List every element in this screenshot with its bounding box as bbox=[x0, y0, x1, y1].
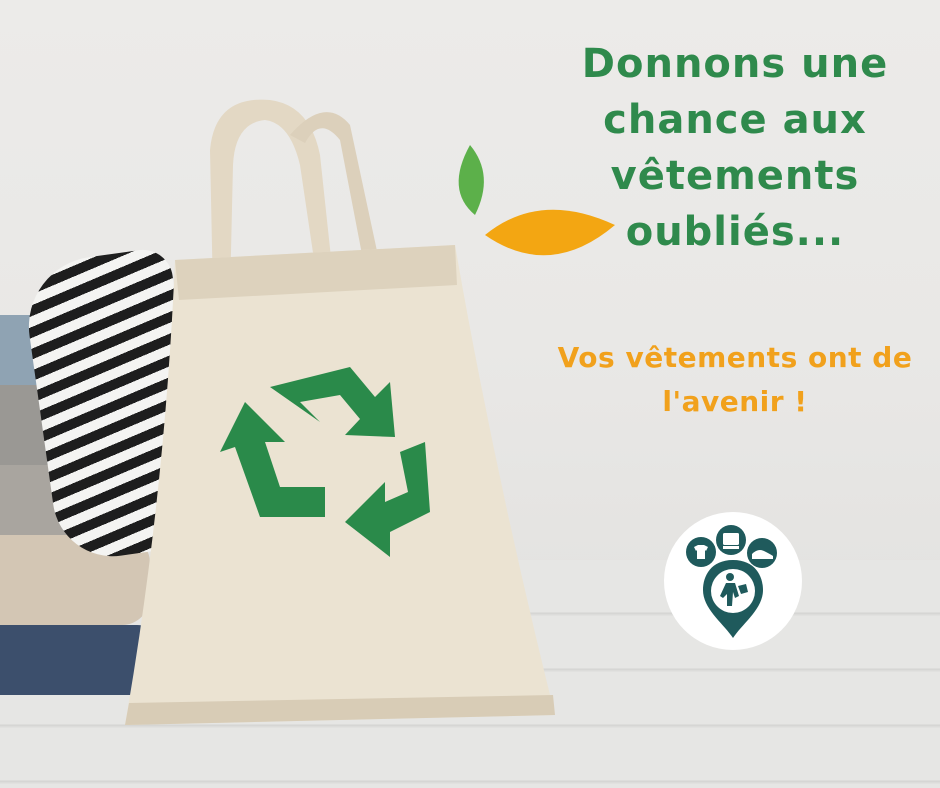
green-leaf-icon bbox=[458, 145, 484, 215]
subline: Vos vêtements ont de l'avenir ! bbox=[557, 341, 913, 418]
logo bbox=[664, 512, 802, 650]
headline: Donnons une chance aux vêtements oubliés… bbox=[581, 41, 889, 255]
